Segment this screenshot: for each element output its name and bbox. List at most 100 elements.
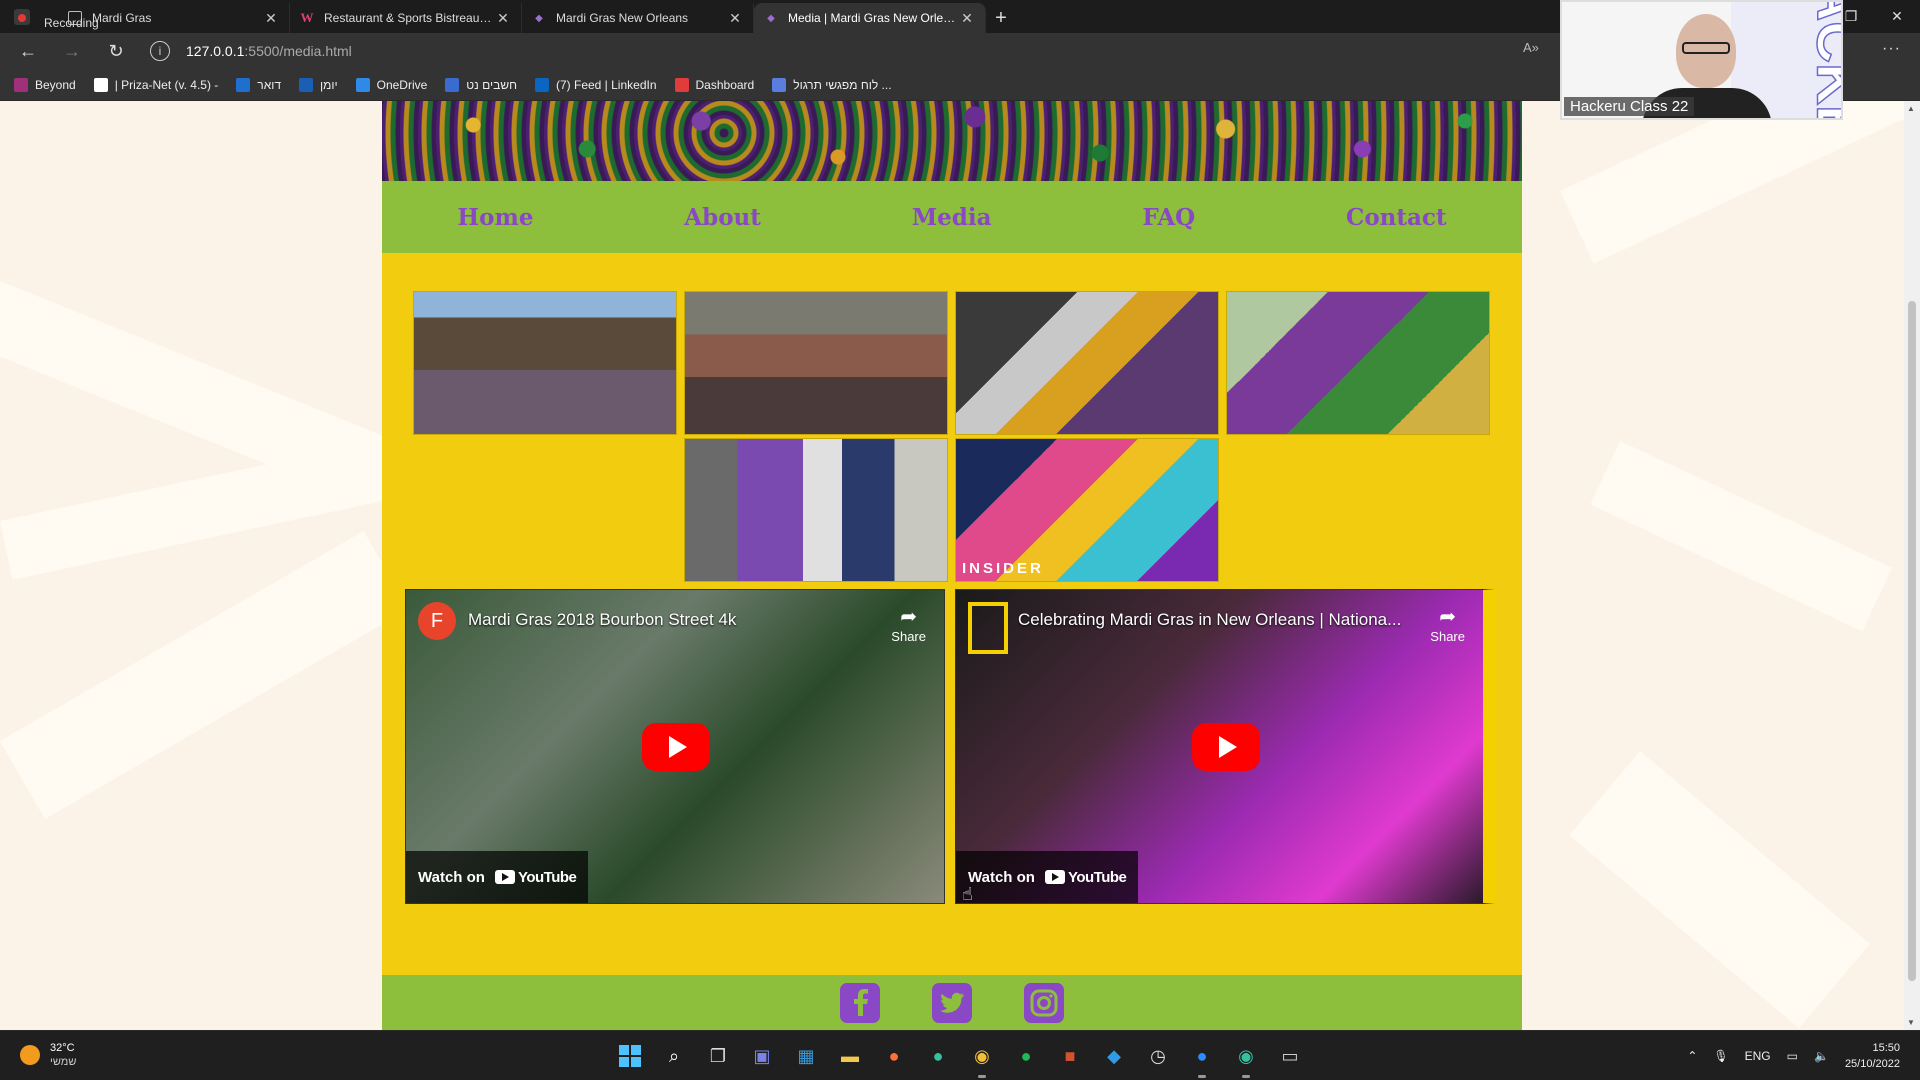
taskbar-apps: ⌕ ❐ ▣ ▦ ▬ ● ● ◉ ● ■ ◆ ◷ ● ◉ ▭	[614, 1031, 1306, 1080]
bookmark-item[interactable]: Dashboard	[674, 77, 754, 92]
vscode-icon[interactable]: ◆	[1098, 1040, 1130, 1072]
chrome-icon[interactable]: ◉	[966, 1040, 998, 1078]
page-scrollbar[interactable]: ▲ ▼	[1904, 101, 1920, 1030]
gallery-photo-balcony-crowd[interactable]	[413, 291, 677, 435]
bookmark-label: | Priza-Net (v. 4.5) -	[114, 77, 219, 92]
youtube-icon	[1044, 870, 1065, 884]
weather-widget[interactable]: 32°C שמשי	[20, 1041, 76, 1069]
nav-media[interactable]: Media	[912, 204, 992, 231]
gallery-photo-jester-float[interactable]	[955, 291, 1219, 435]
bookmark-favicon-icon	[355, 77, 370, 92]
back-button[interactable]: ←	[6, 35, 50, 67]
channel-avatar[interactable]: F	[418, 602, 456, 640]
share-icon: ➦	[900, 606, 918, 628]
w-logo-icon: W	[300, 10, 314, 25]
youtube-icon	[494, 870, 515, 884]
video-embed-bourbon-street[interactable]: F Mardi Gras 2018 Bourbon Street 4k ➦ Sha…	[405, 589, 945, 904]
gallery-photo-float-crowd[interactable]	[1226, 291, 1490, 435]
gallery-photo-dragon-float[interactable]: INSIDER	[955, 438, 1219, 582]
recording-label: Recording	[44, 16, 99, 30]
share-button[interactable]: ➦ Share	[891, 604, 926, 644]
nav-home[interactable]: Home	[457, 204, 533, 231]
edge-icon[interactable]: ●	[922, 1040, 954, 1072]
forward-button[interactable]: →	[50, 35, 94, 67]
volume-icon[interactable]: 🔈	[1814, 1049, 1829, 1063]
tab-media[interactable]: ◆ Media | Mardi Gras New Orleans ✕	[754, 3, 986, 33]
weather-condition: שמשי	[50, 1056, 77, 1068]
share-label: Share	[891, 629, 926, 644]
firefox-icon[interactable]: ●	[878, 1040, 910, 1072]
clock-app-icon[interactable]: ◷	[1142, 1040, 1174, 1072]
search-icon[interactable]: ⌕	[658, 1040, 690, 1072]
bookmark-item[interactable]: (7) Feed | LinkedIn	[535, 77, 657, 92]
gallery-photo-parade-street[interactable]	[684, 291, 948, 435]
task-view-icon[interactable]: ❐	[702, 1040, 734, 1072]
bookmark-favicon-icon	[14, 77, 28, 92]
network-icon[interactable]: ▭	[1787, 1049, 1798, 1063]
bookmark-item[interactable]: חשבים נט	[445, 77, 517, 92]
system-tray: ⌃ 🎙 ENG ▭ 🔈 15:50 25/10/2022	[1687, 1031, 1900, 1080]
youtube-label: YouTube	[517, 868, 577, 886]
edge-profile-icon[interactable]: ◉	[1230, 1040, 1262, 1078]
bookmark-item[interactable]: Beyond	[14, 77, 76, 92]
scroll-up-icon[interactable]: ▲	[1907, 104, 1915, 113]
tab-mardi-gras-new-orleans[interactable]: ◆ Mardi Gras New Orleans ✕	[522, 3, 754, 33]
nav-about[interactable]: About	[684, 204, 761, 231]
nav-faq[interactable]: FAQ	[1142, 204, 1195, 231]
video-embed-national-geographic[interactable]: Celebrating Mardi Gras in New Orleans | …	[955, 589, 1495, 904]
tab-restaurant[interactable]: W Restaurant & Sports Bistreaux | \ ✕	[290, 3, 522, 33]
scrollbar-thumb[interactable]	[1908, 301, 1916, 981]
read-aloud-icon[interactable]: A»	[1523, 40, 1539, 55]
natgeo-logo-icon[interactable]	[968, 602, 1008, 654]
close-tab-icon[interactable]: ✕	[263, 10, 279, 27]
youtube-logo: YouTube	[1044, 869, 1127, 886]
scroll-down-icon[interactable]: ▼	[1907, 1018, 1915, 1027]
site-footer	[382, 975, 1522, 1030]
play-button[interactable]	[1192, 723, 1260, 771]
bookmark-favicon-icon	[674, 77, 689, 92]
language-indicator[interactable]: ENG	[1745, 1049, 1771, 1063]
close-window-icon[interactable]: ✕	[1874, 0, 1920, 33]
more-menu-icon[interactable]: ···	[1882, 40, 1901, 58]
close-tab-icon[interactable]: ✕	[495, 10, 511, 27]
close-tab-icon[interactable]: ✕	[959, 10, 975, 27]
twitter-icon[interactable]	[931, 982, 973, 1024]
video-title[interactable]: Mardi Gras 2018 Bourbon Street 4k	[468, 610, 858, 630]
url-field[interactable]: i 127.0.0.1:5500/media.html	[150, 36, 1540, 66]
info-icon[interactable]: i	[150, 41, 170, 61]
mask-icon: ◆	[767, 12, 775, 24]
store-icon[interactable]: ▦	[790, 1040, 822, 1072]
zoom-icon[interactable]: ●	[1186, 1040, 1218, 1078]
bookmark-item[interactable]: OneDrive	[355, 77, 427, 92]
record-icon	[14, 9, 30, 25]
watch-on-youtube-button[interactable]: Watch on YouTube	[956, 851, 1139, 903]
background-ray	[0, 531, 409, 819]
new-tab-button[interactable]: +	[986, 3, 1016, 33]
bookmark-item[interactable]: דואר	[236, 77, 281, 92]
powerpoint-icon[interactable]: ■	[1054, 1040, 1086, 1072]
facebook-icon[interactable]	[839, 982, 881, 1024]
temperature: 32°C	[50, 1042, 75, 1054]
bookmark-item[interactable]: לוח מפגשי תרגול ...	[772, 77, 892, 92]
start-icon[interactable]	[614, 1040, 646, 1072]
spotify-icon[interactable]: ●	[1010, 1040, 1042, 1072]
instagram-icon[interactable]	[1023, 982, 1065, 1024]
page-viewport: Home About Media FAQ Contact INSIDER F M…	[0, 101, 1904, 1030]
watch-on-youtube-button[interactable]: Watch on YouTube	[406, 851, 589, 903]
clock[interactable]: 15:50 25/10/2022	[1845, 1040, 1900, 1072]
video-title[interactable]: Celebrating Mardi Gras in New Orleans | …	[1018, 610, 1408, 630]
file-explorer-icon[interactable]: ▬	[834, 1040, 866, 1072]
microphone-icon[interactable]: 🎙	[1713, 1049, 1728, 1063]
chevron-up-icon[interactable]: ⌃	[1687, 1049, 1697, 1063]
chat-icon[interactable]: ▣	[746, 1040, 778, 1072]
share-button[interactable]: ➦ Share	[1430, 604, 1465, 644]
bookmark-item[interactable]: | Priza-Net (v. 4.5) -	[93, 77, 219, 92]
nav-contact[interactable]: Contact	[1346, 204, 1447, 231]
youtube-logo: YouTube	[494, 868, 577, 886]
close-tab-icon[interactable]: ✕	[727, 10, 743, 27]
terminal-icon[interactable]: ▭	[1274, 1040, 1306, 1072]
play-button[interactable]	[642, 723, 710, 771]
bookmark-item[interactable]: יומן	[299, 77, 338, 92]
reload-button[interactable]: ↻	[94, 35, 138, 67]
gallery-photo-costumes[interactable]	[684, 438, 948, 582]
